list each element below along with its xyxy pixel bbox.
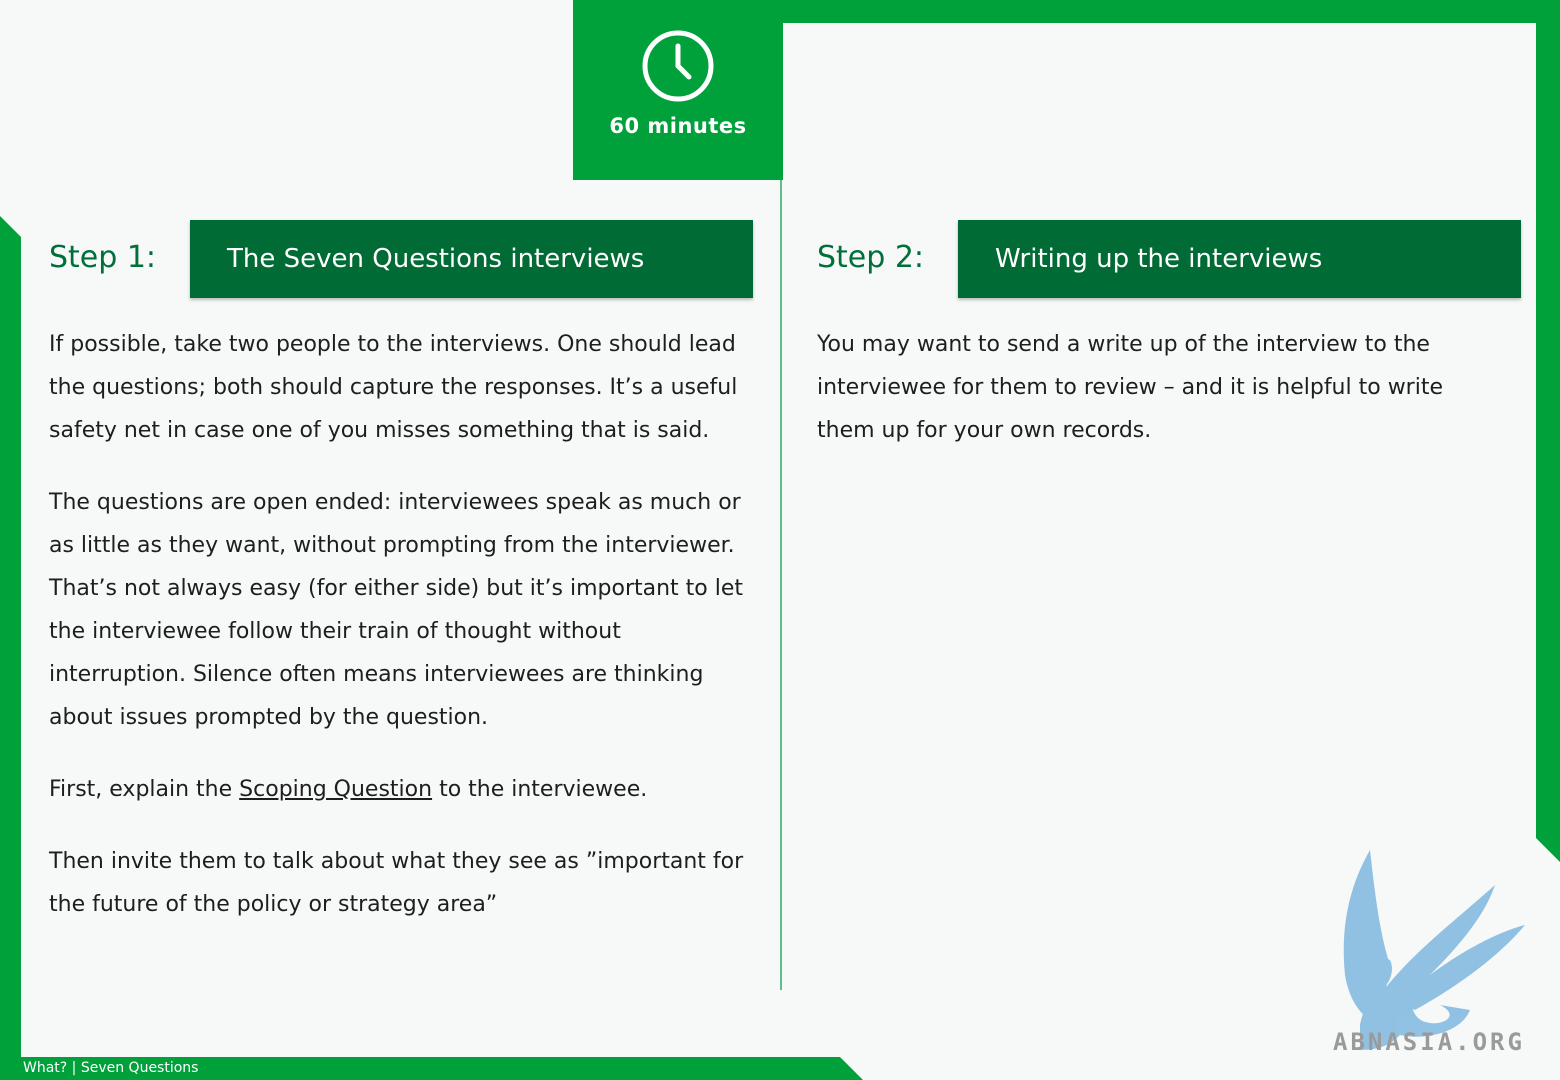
frame-right-border — [1536, 0, 1560, 862]
step-2-number: Step 2: — [817, 240, 925, 275]
timer-box: 60 minutes — [573, 0, 783, 180]
column-divider — [780, 180, 782, 990]
scoping-question-link[interactable]: Scoping Question — [239, 777, 432, 802]
step-1-paragraph: If possible, take two people to the inte… — [49, 332, 738, 443]
step-1-title: The Seven Questions interviews — [227, 244, 645, 274]
clock-icon — [642, 30, 714, 102]
watermark-text: ABNASIA.ORG — [1333, 1028, 1525, 1056]
scoping-text-before: First, explain the — [49, 777, 240, 802]
timer-label: 60 minutes — [609, 114, 747, 138]
step-2-title: Writing up the interviews — [995, 244, 1323, 274]
footer-breadcrumb: What? | Seven Questions — [23, 1060, 199, 1076]
step-2-body: You may want to send a write up of the i… — [817, 323, 1507, 481]
frame-left-border — [0, 216, 21, 1080]
step-1-body: If possible, take two people to the inte… — [49, 323, 749, 955]
closing-paragraph: Then invite them to talk about what they… — [49, 849, 744, 917]
step-1-number: Step 1: — [49, 240, 157, 275]
scoping-paragraph: First, explain the Scoping Question to t… — [49, 768, 749, 811]
step-1-title-bar: The Seven Questions interviews — [190, 220, 753, 298]
step-2-title-bar: Writing up the interviews — [958, 220, 1521, 298]
step-2-paragraph: You may want to send a write up of the i… — [817, 332, 1444, 443]
scoping-text-after: to the interviewee. — [432, 777, 648, 802]
step-1-paragraph: The questions are open ended: interviewe… — [49, 490, 744, 730]
